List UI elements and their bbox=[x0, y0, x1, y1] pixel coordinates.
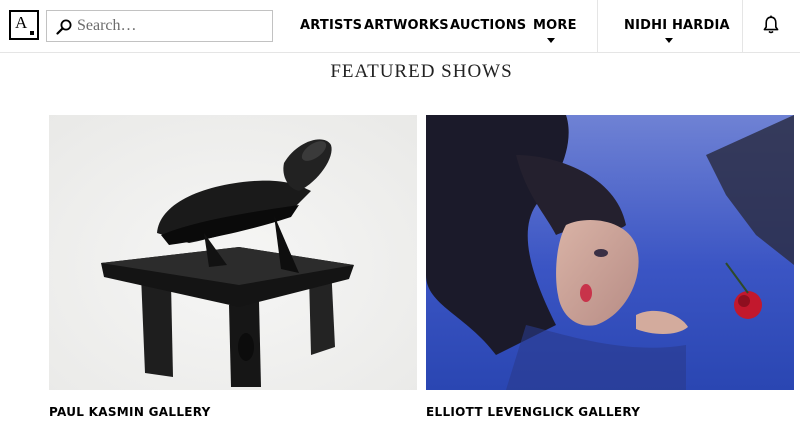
section-title: FEATURED SHOWS bbox=[330, 61, 513, 82]
show-image[interactable] bbox=[49, 115, 417, 390]
search-box[interactable] bbox=[46, 10, 273, 42]
logo-letter: A bbox=[15, 13, 28, 32]
nav-more[interactable]: MORE bbox=[533, 18, 577, 33]
gallery-name[interactable]: ELLIOTT LEVENGLICK GALLERY bbox=[426, 405, 640, 419]
portrait-photo-image bbox=[426, 115, 794, 390]
chevron-down-icon bbox=[547, 38, 555, 43]
show-image[interactable] bbox=[426, 115, 794, 390]
featured-show-card[interactable]: PAUL KASMIN GALLERY bbox=[49, 115, 417, 429]
user-menu[interactable]: NIDHI HARDIA bbox=[624, 18, 730, 33]
featured-show-card[interactable]: ELLIOTT LEVENGLICK GALLERY bbox=[426, 115, 794, 429]
artsy-logo[interactable]: A bbox=[9, 10, 39, 40]
search-input[interactable] bbox=[77, 15, 267, 37]
top-nav-bar: A ARTISTS ARTWORKS AUCTIONS MORE NIDHI H… bbox=[0, 0, 800, 53]
chevron-down-icon bbox=[665, 38, 673, 43]
gallery-name[interactable]: PAUL KASMIN GALLERY bbox=[49, 405, 211, 419]
bell-icon[interactable] bbox=[762, 15, 780, 35]
nav-divider bbox=[742, 0, 743, 53]
sculpture-image bbox=[49, 115, 417, 390]
nav-artists[interactable]: ARTISTS bbox=[300, 18, 362, 33]
search-icon bbox=[56, 19, 72, 35]
nav-artworks[interactable]: ARTWORKS bbox=[364, 18, 449, 33]
nav-auctions[interactable]: AUCTIONS bbox=[450, 18, 526, 33]
nav-divider bbox=[597, 0, 598, 53]
logo-dot bbox=[30, 31, 34, 35]
